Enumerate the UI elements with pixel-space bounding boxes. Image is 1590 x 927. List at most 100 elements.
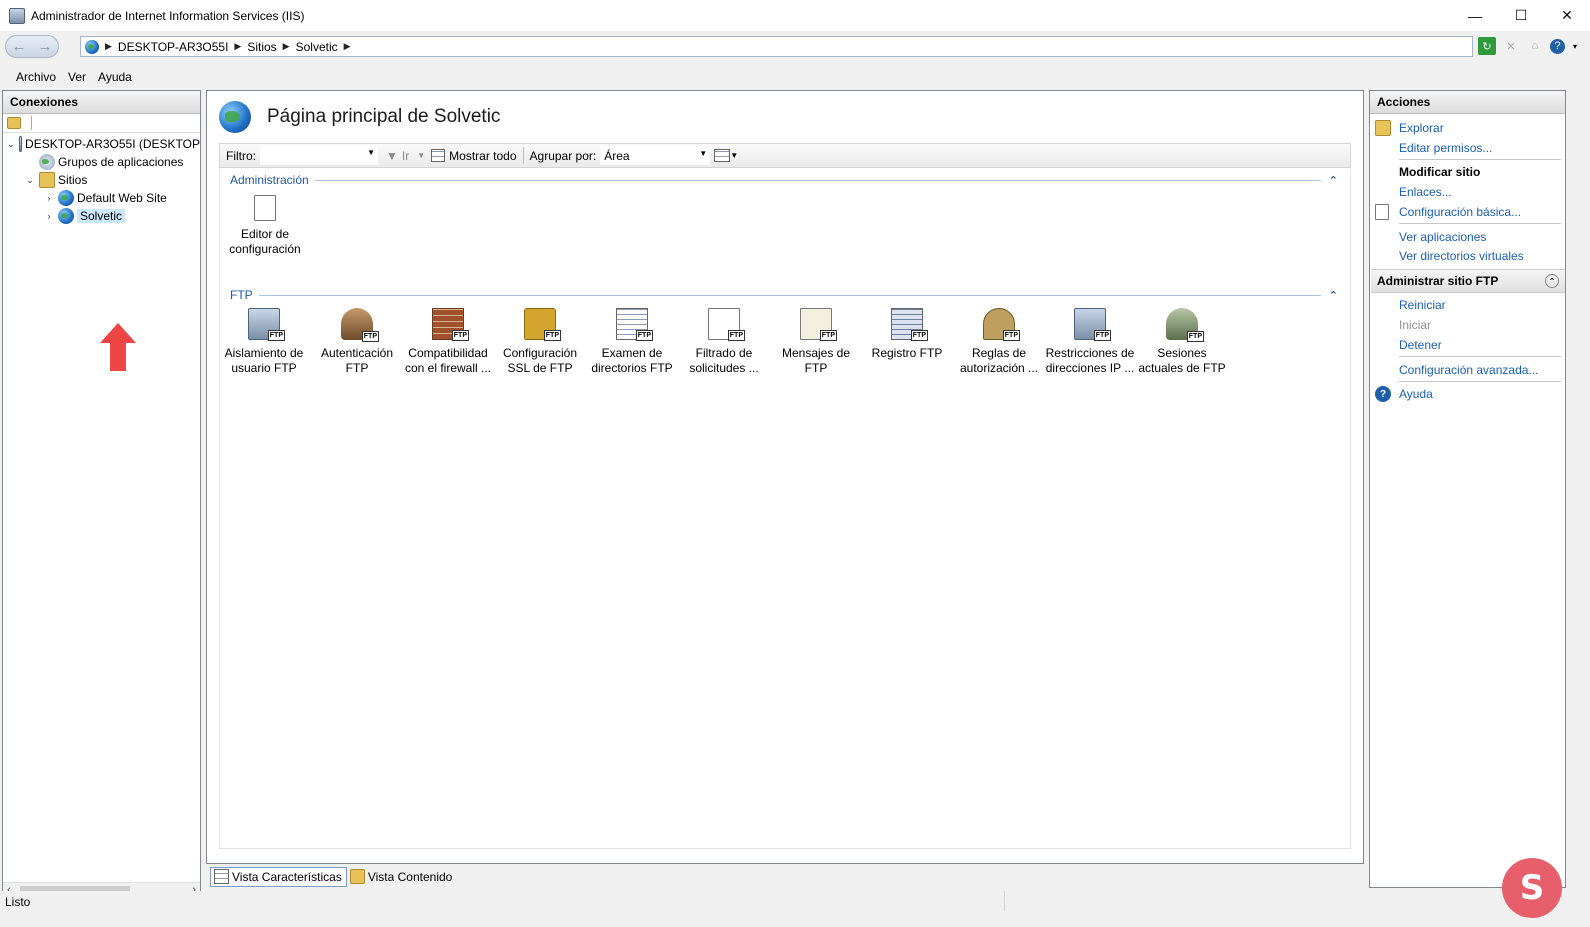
action-ver-directorios-virtuales[interactable]: Ver directorios virtuales bbox=[1399, 249, 1524, 263]
connections-header: Conexiones bbox=[3, 91, 200, 114]
view-mode-icon[interactable] bbox=[714, 149, 731, 162]
menu-bar: Archivo Ver Ayuda bbox=[0, 66, 1590, 88]
tree-node-label: Solvetic bbox=[77, 209, 126, 223]
feature-ftp-authentication[interactable]: FTP Autenticación FTP bbox=[311, 308, 403, 376]
minimize-button[interactable]: — bbox=[1452, 0, 1498, 31]
ftp-directory-browsing-icon: FTP bbox=[616, 308, 653, 341]
feature-ftp-user-isolation[interactable]: FTP Aislamiento de usuario FTP bbox=[218, 308, 310, 376]
action-ayuda[interactable]: Ayuda bbox=[1399, 387, 1433, 401]
features-view-icon bbox=[214, 869, 229, 884]
tree-node-label: DESKTOP-AR3O55I (DESKTOP bbox=[25, 137, 200, 151]
breadcrumb-sitios[interactable]: Sitios bbox=[247, 40, 276, 54]
connections-pane: Conexiones ⌄ DESKTOP-AR3O55I (DESKTOP Gr… bbox=[2, 90, 201, 900]
feature-ftp-request-filtering[interactable]: FTP Filtrado de solicitudes ... bbox=[678, 308, 770, 376]
page-title: Página principal de Solvetic bbox=[267, 106, 501, 127]
actions-divider bbox=[1399, 159, 1561, 160]
group-by-select[interactable]: Área ▼ bbox=[600, 146, 711, 165]
page-header: Página principal de Solvetic bbox=[219, 101, 500, 133]
features-content: Administración ⌃ Editor de configuración… bbox=[219, 169, 1351, 849]
feature-ftp-firewall[interactable]: FTP Compatibilidad con el firewall ... bbox=[402, 308, 494, 376]
feature-ftp-current-sessions[interactable]: FTP Sesiones actuales de FTP bbox=[1136, 308, 1228, 376]
feature-label: Sesiones actuales de FTP bbox=[1138, 346, 1226, 375]
group-by-label: Agrupar por: bbox=[529, 148, 597, 163]
tree-node-solvetic[interactable]: › Solvetic bbox=[3, 207, 200, 225]
feature-ftp-logging[interactable]: FTP Registro FTP bbox=[861, 308, 953, 361]
app-pools-icon bbox=[39, 154, 55, 170]
go-button[interactable]: Ir bbox=[402, 149, 409, 163]
action-editar-permisos[interactable]: Editar permisos... bbox=[1399, 141, 1492, 155]
tab-content-view[interactable]: Vista Contenido bbox=[347, 867, 457, 887]
chevron-down-icon[interactable]: ▼ bbox=[367, 148, 375, 157]
breadcrumb-solvetic[interactable]: Solvetic bbox=[296, 40, 338, 54]
group-header-administracion[interactable]: Administración ⌃ bbox=[230, 173, 1338, 187]
title-bar: Administrador de Internet Information Se… bbox=[0, 0, 1590, 31]
home-icon[interactable]: ⌂ bbox=[1526, 37, 1544, 55]
ftp-request-filtering-icon: FTP bbox=[708, 308, 745, 341]
chevron-down-icon[interactable]: ▼ bbox=[699, 149, 707, 158]
group-header-ftp[interactable]: FTP ⌃ bbox=[230, 288, 1338, 302]
filter-input[interactable]: ▼ bbox=[260, 146, 378, 165]
expand-toggle-icon[interactable]: › bbox=[44, 211, 54, 221]
menu-ayuda[interactable]: Ayuda bbox=[92, 70, 138, 84]
action-reiniciar[interactable]: Reiniciar bbox=[1399, 298, 1446, 312]
feature-label: Aislamiento de usuario FTP bbox=[224, 346, 304, 375]
manage-ftp-site-header[interactable]: Administrar sitio FTP ⌃ bbox=[1371, 269, 1565, 293]
action-configuracion-basica[interactable]: Configuración básica... bbox=[1399, 205, 1521, 219]
action-explorar[interactable]: Explorar bbox=[1399, 121, 1444, 135]
action-enlaces[interactable]: Enlaces... bbox=[1399, 185, 1452, 199]
tree-node-default-web-site[interactable]: › Default Web Site bbox=[3, 189, 200, 207]
stop-icon[interactable]: ✕ bbox=[1502, 37, 1520, 55]
chevron-down-icon[interactable]: ▾ bbox=[1571, 37, 1579, 55]
ftp-badge: FTP bbox=[543, 330, 561, 341]
new-connection-icon[interactable] bbox=[7, 117, 21, 129]
action-detener[interactable]: Detener bbox=[1399, 338, 1442, 352]
features-pane: Página principal de Solvetic Filtro: ▼ ▼… bbox=[206, 90, 1364, 864]
menu-ver[interactable]: Ver bbox=[62, 70, 92, 84]
action-ver-aplicaciones[interactable]: Ver aplicaciones bbox=[1399, 230, 1486, 244]
basic-settings-icon bbox=[1375, 204, 1389, 220]
show-all-button[interactable]: Mostrar todo bbox=[449, 149, 516, 163]
ftp-logging-icon: FTP bbox=[891, 308, 928, 341]
address-row: ← → ▶ DESKTOP-AR3O55I ▶ Sitios ▶ Solveti… bbox=[0, 31, 1590, 62]
chevron-down-icon[interactable]: ▼ bbox=[417, 151, 425, 160]
action-iniciar[interactable]: Iniciar bbox=[1399, 318, 1431, 332]
filter-label: Filtro: bbox=[226, 148, 256, 163]
tab-features-view[interactable]: Vista Características bbox=[210, 866, 347, 887]
back-arrow-icon[interactable]: ← bbox=[12, 38, 27, 55]
feature-ftp-ssl[interactable]: FTP Configuración SSL de FTP bbox=[494, 308, 586, 376]
feature-ftp-authorization-rules[interactable]: FTP Reglas de autorización ... bbox=[953, 308, 1045, 376]
breadcrumb-server[interactable]: DESKTOP-AR3O55I bbox=[118, 40, 228, 54]
feature-ftp-ip-restrictions[interactable]: FTP Restricciones de direcciones IP ... bbox=[1044, 308, 1136, 376]
status-text: Listo bbox=[5, 895, 31, 909]
menu-archivo[interactable]: Archivo bbox=[10, 70, 62, 84]
feature-ftp-messages[interactable]: FTP Mensajes de FTP bbox=[770, 308, 862, 376]
address-bar[interactable]: ▶ DESKTOP-AR3O55I ▶ Sitios ▶ Solvetic ▶ bbox=[80, 36, 1473, 57]
feature-label: Configuración SSL de FTP bbox=[502, 346, 578, 375]
expand-toggle-icon[interactable]: › bbox=[44, 193, 54, 203]
collapse-icon[interactable]: ⌃ bbox=[1545, 274, 1559, 288]
feature-ftp-directory-browsing[interactable]: FTP Examen de directorios FTP bbox=[586, 308, 678, 376]
feature-label: Restricciones de direcciones IP ... bbox=[1045, 346, 1135, 375]
feature-editor-configuracion[interactable]: Editor de configuración bbox=[219, 195, 311, 257]
tree-node-server[interactable]: ⌄ DESKTOP-AR3O55I (DESKTOP bbox=[3, 135, 200, 153]
actions-pane: Acciones Explorar Editar permisos... Mod… bbox=[1369, 90, 1566, 888]
expand-toggle-icon[interactable]: ⌄ bbox=[25, 175, 35, 186]
collapse-icon[interactable]: ⌃ bbox=[1329, 174, 1338, 187]
watermark-logo: S bbox=[1502, 858, 1562, 918]
tree-node-app-pools[interactable]: Grupos de aplicaciones bbox=[3, 153, 200, 171]
help-icon[interactable]: ? bbox=[1550, 38, 1565, 54]
expand-toggle-icon[interactable]: ⌄ bbox=[7, 139, 15, 150]
close-button[interactable]: ✕ bbox=[1544, 0, 1590, 31]
ftp-user-isolation-icon: FTP bbox=[248, 308, 285, 341]
tree-node-sites[interactable]: ⌄ Sitios bbox=[3, 171, 200, 189]
refresh-icon[interactable]: ↻ bbox=[1478, 37, 1496, 55]
ftp-messages-icon: FTP bbox=[800, 308, 837, 341]
chevron-down-icon[interactable]: ▼ bbox=[730, 151, 738, 160]
forward-arrow-icon[interactable]: → bbox=[38, 38, 53, 55]
red-arrow-icon bbox=[100, 323, 136, 371]
globe-icon bbox=[58, 208, 74, 224]
funnel-icon: ▼ bbox=[386, 148, 398, 163]
collapse-icon[interactable]: ⌃ bbox=[1329, 289, 1338, 302]
action-configuracion-avanzada[interactable]: Configuración avanzada... bbox=[1399, 363, 1538, 377]
maximize-button[interactable]: ☐ bbox=[1498, 0, 1544, 31]
